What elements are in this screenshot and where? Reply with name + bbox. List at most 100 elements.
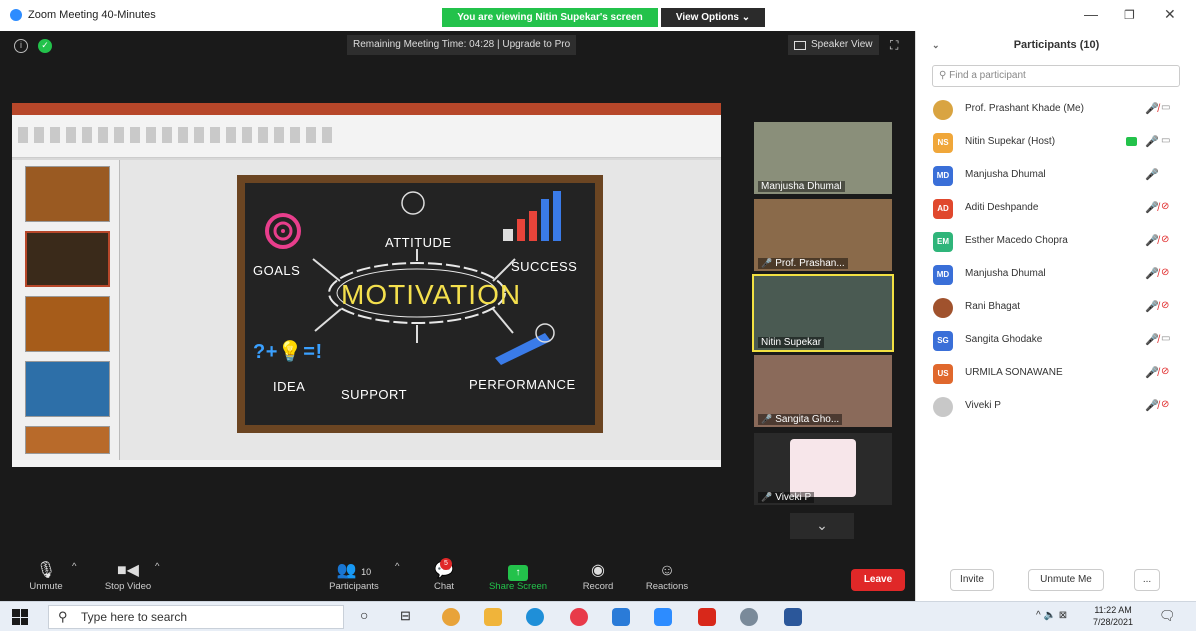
shared-screen: ATTITUDE GOALS SUCCESS MOTIVATION ?+💡=! … xyxy=(12,103,721,467)
video-tile[interactable]: 🎤 Sangita Gho... xyxy=(754,355,892,427)
app-icon[interactable] xyxy=(740,608,758,626)
video-off-icon[interactable]: ⊘ xyxy=(1161,366,1169,377)
video-off-icon[interactable]: ⊘ xyxy=(1161,267,1169,278)
chalkboard: ATTITUDE GOALS SUCCESS MOTIVATION ?+💡=! … xyxy=(245,183,595,425)
participant-row[interactable]: AD Aditi Deshpande 🎤̸ ⊘ xyxy=(916,192,1196,225)
info-icon[interactable]: i xyxy=(14,39,28,53)
zoom-taskbar-icon[interactable] xyxy=(654,608,672,626)
unmute-button[interactable]: 🎙 Unmute xyxy=(26,561,66,592)
cortana-icon[interactable]: ○ xyxy=(360,607,378,625)
mic-icon[interactable]: 🎤 xyxy=(1145,135,1159,148)
video-off-icon[interactable]: ⊘ xyxy=(1161,300,1169,311)
mic-muted-icon[interactable]: 🎤̸ xyxy=(1145,267,1159,280)
windows-start-icon[interactable] xyxy=(12,609,28,625)
invite-button[interactable]: Invite xyxy=(950,569,994,591)
chat-button[interactable]: 💬 5 Chat xyxy=(426,558,462,592)
mic-muted-icon[interactable]: 🎤̸ xyxy=(1145,102,1159,115)
search-icon: ⚲ xyxy=(58,609,68,624)
participant-row[interactable]: MD Manjusha Dhumal 🎤̸ ⊘ xyxy=(916,258,1196,291)
video-tile-active-speaker[interactable]: Nitin Supekar xyxy=(752,274,894,352)
slide-label-idea: IDEA xyxy=(273,379,306,394)
video-tile-name: 🎤 Viveki P xyxy=(758,492,815,503)
slide-label-attitude: ATTITUDE xyxy=(385,235,452,250)
participants-button[interactable]: 👥 10 Participants xyxy=(322,561,386,592)
video-off-icon[interactable]: ⊘ xyxy=(1161,201,1169,212)
security-shield-icon[interactable]: ✓ xyxy=(38,39,52,53)
reactions-button[interactable]: ☺ Reactions xyxy=(640,561,694,592)
taskbar-search-input[interactable]: ⚲ Type here to search xyxy=(48,605,344,629)
restore-icon[interactable]: ❐ xyxy=(1124,8,1135,22)
fullscreen-icon[interactable]: ⛶ xyxy=(890,38,898,53)
avatar: SG xyxy=(933,331,953,351)
word-icon[interactable] xyxy=(784,608,802,626)
mic-muted-icon[interactable]: 🎤̸ xyxy=(1145,201,1159,214)
app-title: Zoom Meeting 40-Minutes xyxy=(10,9,156,21)
participant-name: Rani Bhagat xyxy=(965,301,1021,312)
mic-muted-icon[interactable]: 🎤̸ xyxy=(1145,300,1159,313)
participant-row[interactable]: Prof. Prashant Khade (Me) 🎤̸ ▭ xyxy=(916,93,1196,126)
video-icon[interactable]: ▭ xyxy=(1161,102,1170,113)
avatar: AD xyxy=(933,199,953,219)
video-tile[interactable]: 🎤 Viveki P xyxy=(754,433,892,505)
audio-options-chevron-icon[interactable]: ^ xyxy=(72,561,76,572)
speaker-view-button[interactable]: Speaker View xyxy=(788,35,879,55)
scroll-down-button[interactable]: ⌄ xyxy=(790,513,854,539)
leave-button[interactable]: Leave xyxy=(851,569,905,591)
notification-icon[interactable]: 🗨 xyxy=(1159,608,1176,624)
participant-name: Esther Macedo Chopra xyxy=(965,235,1068,246)
participant-name: Manjusha Dhumal xyxy=(965,268,1046,279)
participant-row[interactable]: US URMILA SONAWANE 🎤̸ ⊘ xyxy=(916,357,1196,390)
mail-icon[interactable] xyxy=(612,608,630,626)
participant-row[interactable]: EM Esther Macedo Chopra 🎤̸ ⊘ xyxy=(916,225,1196,258)
system-tray-icons[interactable]: ^ 🔈 ⊠ xyxy=(1036,610,1067,621)
edge-icon[interactable] xyxy=(526,608,544,626)
view-options-button[interactable]: View Options ⌄ xyxy=(661,8,765,27)
record-icon: ◉ xyxy=(591,562,605,579)
video-tile[interactable]: Manjusha Dhumal xyxy=(754,122,892,194)
avatar: MD xyxy=(933,265,953,285)
slide-label-goals: GOALS xyxy=(253,263,301,278)
participants-chevron-icon[interactable]: ^ xyxy=(395,561,399,572)
file-explorer-icon[interactable] xyxy=(484,608,502,626)
participant-name: Manjusha Dhumal xyxy=(965,169,1046,180)
remaining-time-banner[interactable]: Remaining Meeting Time: 04:28 | Upgrade … xyxy=(347,35,577,55)
participant-search-input[interactable]: ⚲ Find a participant xyxy=(932,65,1180,87)
video-tile[interactable]: 🎤 Prof. Prashan... xyxy=(754,199,892,271)
participant-row[interactable]: Viveki P 🎤̸ ⊘ xyxy=(916,390,1196,423)
mic-icon[interactable]: 🎤 xyxy=(1145,168,1159,181)
video-options-chevron-icon[interactable]: ^ xyxy=(155,561,159,572)
record-button[interactable]: ◉ Record xyxy=(578,561,618,592)
video-off-icon[interactable]: ⊘ xyxy=(1161,234,1169,245)
more-options-button[interactable]: ... xyxy=(1134,569,1160,591)
mic-muted-icon[interactable]: 🎤̸ xyxy=(1145,366,1159,379)
participant-row[interactable]: MD Manjusha Dhumal 🎤 xyxy=(916,159,1196,192)
video-tile-name: Nitin Supekar xyxy=(758,337,825,348)
video-off-icon[interactable]: ⊘ xyxy=(1161,399,1169,410)
participant-row[interactable]: NS Nitin Supekar (Host) 🎤 ▭ xyxy=(916,126,1196,159)
participant-name: Nitin Supekar (Host) xyxy=(965,136,1056,147)
avatar xyxy=(933,298,953,318)
slide-thumbnail xyxy=(25,296,110,352)
acrobat-icon[interactable] xyxy=(698,608,716,626)
minimize-icon[interactable]: — xyxy=(1084,6,1098,22)
mic-muted-icon: 🎤 xyxy=(761,414,773,424)
mic-muted-icon: 🎤 xyxy=(761,492,773,502)
unmute-me-button[interactable]: Unmute Me xyxy=(1028,569,1104,591)
video-icon[interactable]: ▭ xyxy=(1161,333,1170,344)
close-icon[interactable]: ✕ xyxy=(1164,6,1176,23)
viewing-banner: You are viewing Nitin Supekar's screen xyxy=(442,8,658,27)
participant-row[interactable]: Rani Bhagat 🎤̸ ⊘ xyxy=(916,291,1196,324)
stop-video-button[interactable]: ■◀ Stop Video xyxy=(98,561,158,592)
avatar: EM xyxy=(933,232,953,252)
mic-muted-icon[interactable]: 🎤̸ xyxy=(1145,333,1159,346)
app-icon[interactable] xyxy=(570,608,588,626)
video-icon[interactable]: ▭ xyxy=(1161,135,1170,146)
share-screen-button[interactable]: ↑ Share Screen xyxy=(486,561,550,592)
chrome-icon[interactable] xyxy=(442,608,460,626)
task-view-icon[interactable]: ⊟ xyxy=(400,608,418,626)
participant-row[interactable]: SG Sangita Ghodake 🎤̸ ▭ xyxy=(916,324,1196,357)
collapse-chevron-icon[interactable]: ⌄ xyxy=(932,31,940,59)
clock[interactable]: 11:22 AM 7/28/2021 xyxy=(1093,604,1133,628)
mic-muted-icon[interactable]: 🎤̸ xyxy=(1145,399,1159,412)
mic-muted-icon[interactable]: 🎤̸ xyxy=(1145,234,1159,247)
